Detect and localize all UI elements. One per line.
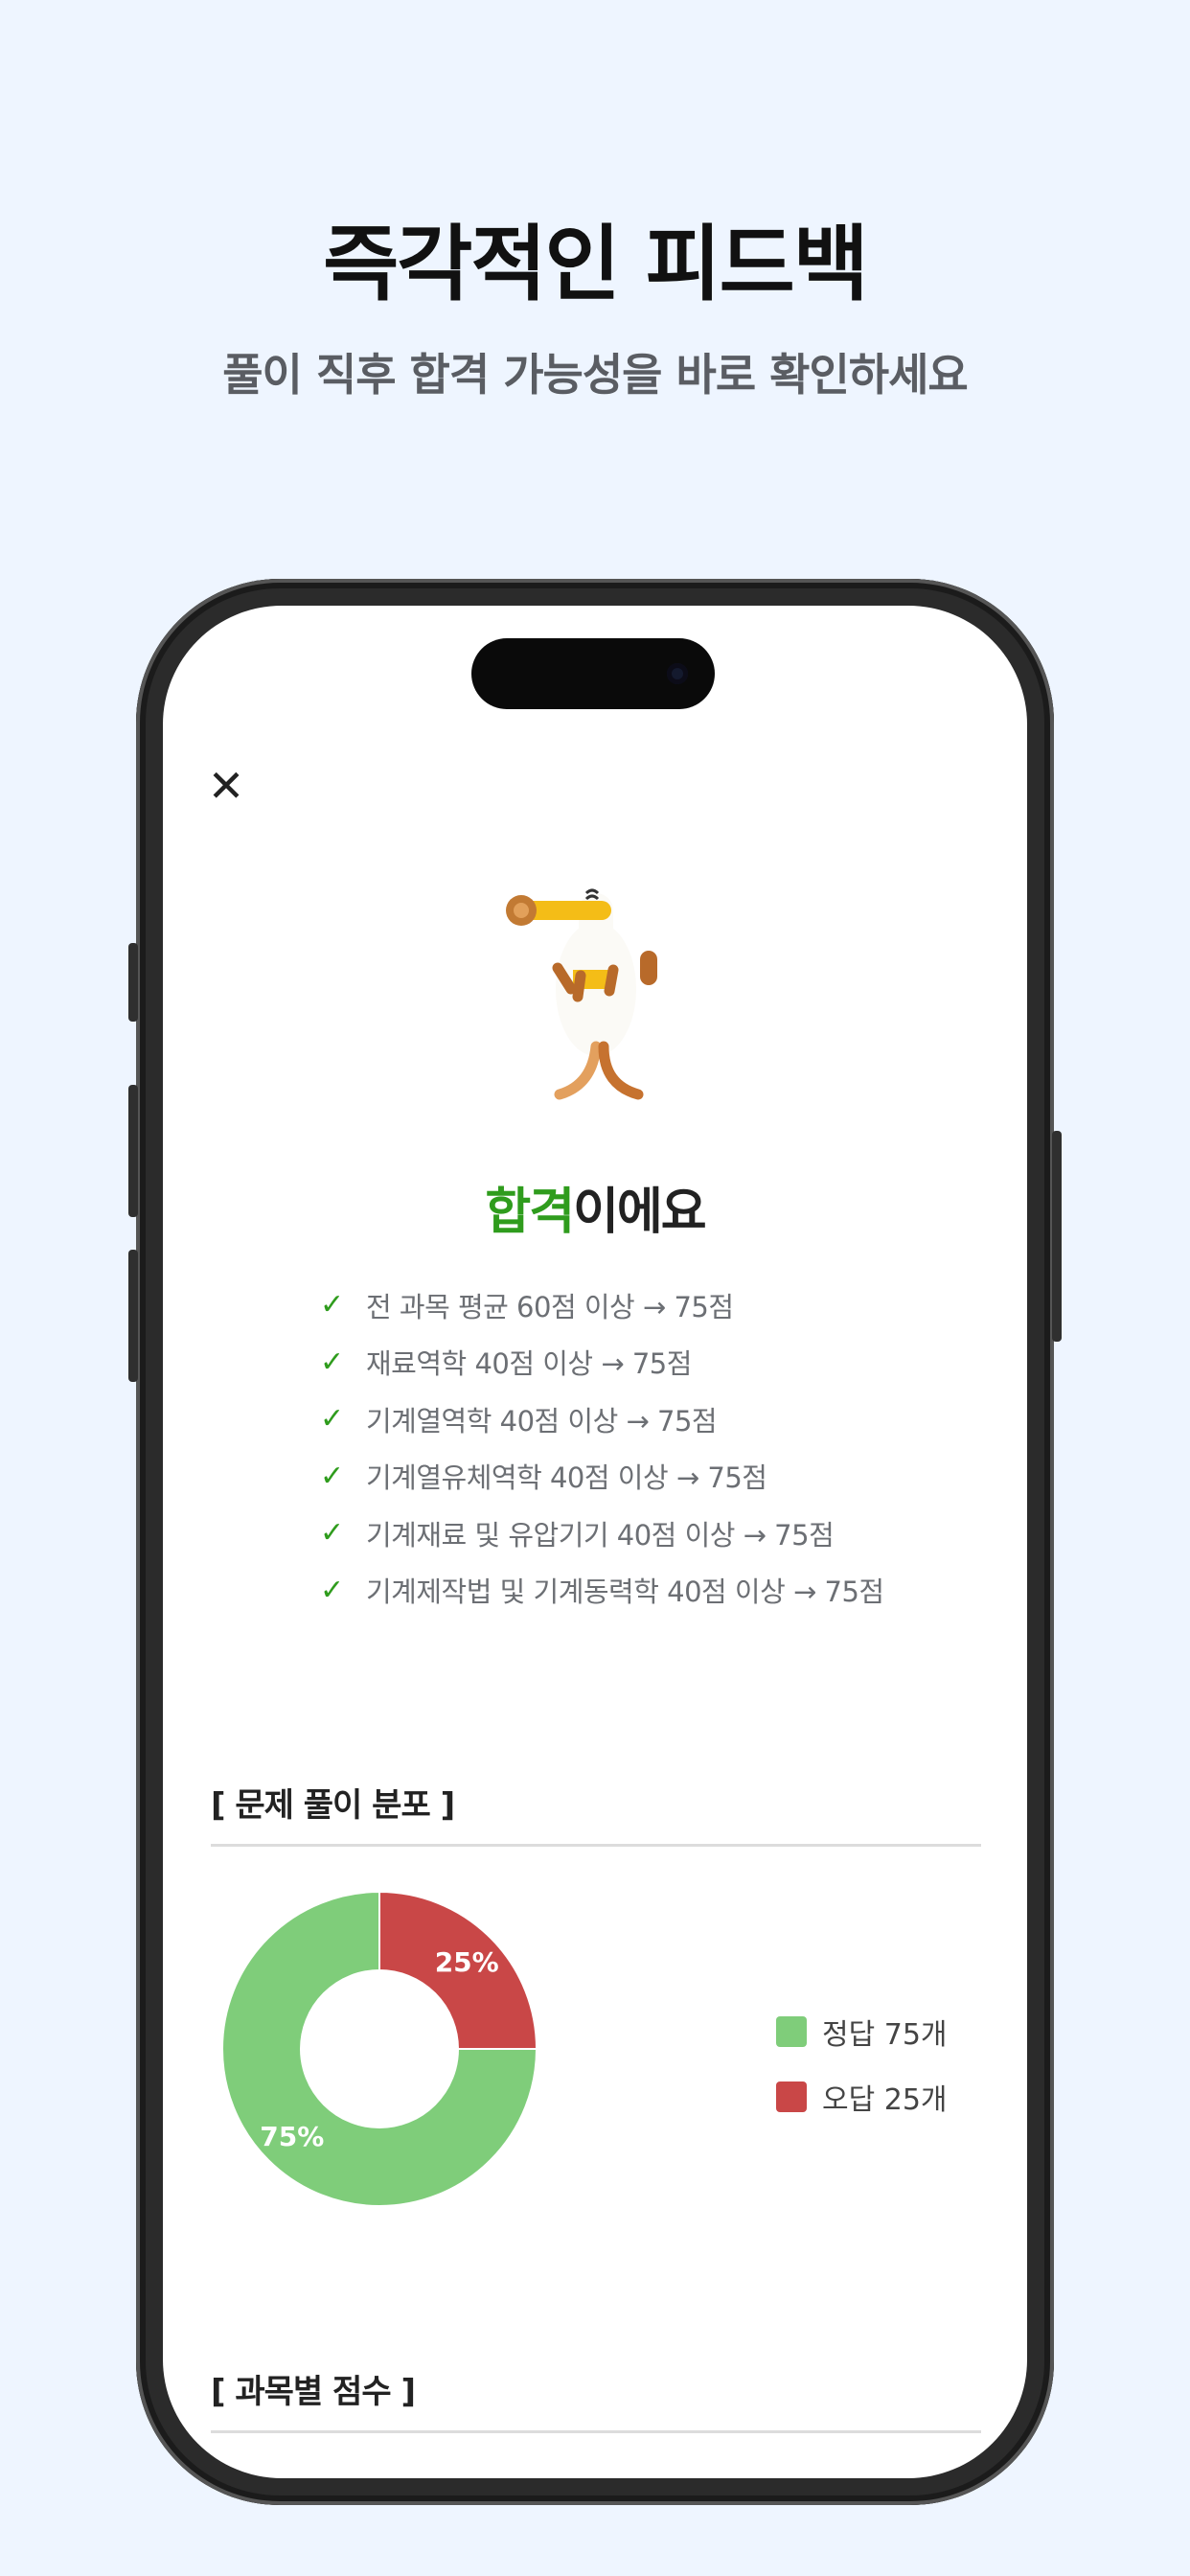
volume-down-button — [128, 1250, 138, 1382]
distribution-section-title: [ 문제 풀이 분포 ] — [211, 1786, 455, 1825]
criteria-text: 기계재료 및 유압기기 40점 이상 → 75점 — [366, 1518, 835, 1552]
criteria-text: 기계열유체역학 40점 이상 → 75점 — [366, 1461, 767, 1495]
criteria-item: ✓ 기계열유체역학 40점 이상 → 75점 — [320, 1448, 991, 1506]
result-pass-label: 합격 — [485, 1184, 575, 1241]
criteria-item: ✓ 전 과목 평균 60점 이상 → 75점 — [320, 1276, 991, 1334]
check-icon: ✓ — [320, 1402, 344, 1437]
check-icon: ✓ — [320, 1345, 344, 1379]
criteria-text: 기계열역학 40점 이상 → 75점 — [366, 1404, 718, 1438]
criteria-list: ✓ 전 과목 평균 60점 이상 → 75점 ✓ 재료역학 40점 이상 → 7… — [320, 1276, 991, 1619]
result-suffix: 이에요 — [573, 1184, 707, 1241]
close-button[interactable]: ✕ — [199, 759, 253, 813]
criteria-text: 재료역학 40점 이상 → 75점 — [366, 1347, 692, 1381]
phone-frame: ✕ 합격이에요 ✓ 전 과목 평균 60점 이상 → 75점 ✓ 재료역학 40… — [128, 579, 1062, 2505]
phone-screen: ✕ 합격이에요 ✓ 전 과목 평균 60점 이상 → 75점 ✓ 재료역학 40… — [163, 606, 1027, 2478]
result-title: 합격이에요 — [163, 1171, 1027, 1243]
chart-legend: 정답 75개 오답 25개 — [776, 1999, 948, 2129]
mascot-illustration — [506, 888, 657, 1100]
donut-value-label: 75% — [260, 2121, 324, 2152]
criteria-item: ✓ 기계열역학 40점 이상 → 75점 — [320, 1391, 991, 1448]
promo-headline: 즉각적인 피드백 — [323, 217, 869, 312]
legend-label: 정답 75개 — [822, 2018, 948, 2052]
check-icon: ✓ — [320, 1459, 344, 1493]
promo-subline: 풀이 직후 합격 가능성을 바로 확인하세요 — [222, 349, 969, 401]
check-icon: ✓ — [320, 1288, 344, 1322]
criteria-item: ✓ 기계재료 및 유압기기 40점 이상 → 75점 — [320, 1505, 991, 1562]
legend-label: 오답 25개 — [822, 2083, 948, 2117]
criteria-text: 기계제작법 및 기계동력학 40점 이상 → 75점 — [366, 1576, 884, 1609]
criteria-item: ✓ 기계제작법 및 기계동력학 40점 이상 → 75점 — [320, 1562, 991, 1620]
criteria-text: 전 과목 평균 60점 이상 → 75점 — [366, 1290, 734, 1323]
check-icon: ✓ — [320, 1573, 344, 1607]
criteria-item: ✓ 재료역학 40점 이상 → 75점 — [320, 1334, 991, 1392]
section-divider — [211, 2430, 981, 2433]
close-icon: ✕ — [207, 760, 245, 812]
legend-item-wrong: 오답 25개 — [776, 2064, 948, 2129]
legend-swatch — [776, 2082, 807, 2112]
donut-value-label: 25% — [435, 1946, 499, 1978]
legend-item-correct: 정답 75개 — [776, 1999, 948, 2064]
power-button — [1052, 1131, 1062, 1342]
camera-icon — [667, 663, 688, 684]
distribution-donut-chart: 25% 75% — [221, 1890, 538, 2207]
mute-switch — [128, 943, 138, 1022]
subject-section-title: [ 과목별 점수 ] — [211, 2373, 416, 2411]
legend-swatch — [776, 2016, 807, 2047]
check-icon: ✓ — [320, 1516, 344, 1551]
volume-up-button — [128, 1085, 138, 1217]
section-divider — [211, 1844, 981, 1847]
dynamic-island — [471, 638, 715, 709]
